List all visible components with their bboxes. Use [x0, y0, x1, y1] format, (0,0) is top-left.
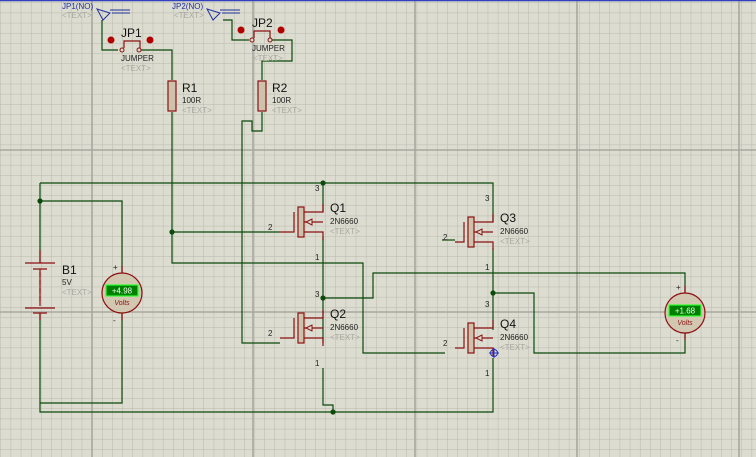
voltmeter-reading: +1.68	[675, 307, 696, 316]
component-text: <TEXT>	[272, 106, 302, 115]
component-text: <TEXT>	[253, 54, 283, 63]
jumper-pin-icon	[146, 36, 154, 44]
pin-number: 3	[315, 184, 320, 193]
pin-number: 2	[443, 339, 448, 348]
component-text: <TEXT>	[330, 333, 360, 342]
pin-number: 1	[315, 253, 320, 262]
component-value: 100R	[272, 96, 291, 105]
terminal-label: JP1(NO)	[62, 2, 93, 11]
terminal-label: JP2(NO)	[172, 2, 203, 11]
component-value: JUMPER	[252, 44, 285, 53]
pin-number: 2	[268, 223, 273, 232]
component-ref: R1	[182, 81, 198, 95]
component-text: <TEXT>	[330, 227, 360, 236]
component-value: 2N6660	[330, 217, 359, 226]
component-value: 5V	[62, 278, 72, 287]
jumper-pin-icon	[277, 26, 285, 34]
jumper-pin-icon	[237, 26, 245, 34]
component-value: 100R	[182, 96, 201, 105]
pin-number: 1	[315, 359, 320, 368]
pin-number: 3	[485, 300, 490, 309]
pin-number: 1	[485, 263, 490, 272]
component-value: 2N6660	[330, 323, 359, 332]
component-ref: JP1	[121, 26, 142, 40]
component-ref: JP2	[252, 16, 273, 30]
component-text: <TEXT>	[500, 343, 530, 352]
component-text: <TEXT>	[500, 237, 530, 246]
minus-terminal-label: -	[676, 336, 679, 345]
voltmeter-unit: Volts	[677, 320, 693, 327]
grid	[0, 0, 756, 457]
minus-terminal-label: -	[113, 316, 116, 325]
terminal-text: <TEXT>	[62, 11, 92, 20]
pin-number: 2	[268, 329, 273, 338]
pin-number: 2	[443, 233, 448, 242]
component-ref: Q1	[330, 201, 346, 215]
pin-number: 1	[485, 369, 490, 378]
component-ref: R2	[272, 81, 288, 95]
plus-terminal-label: +	[676, 283, 681, 292]
voltmeter-unit: Volts	[114, 300, 130, 307]
terminal-text: <TEXT>	[174, 11, 204, 20]
voltmeter-reading: +4.98	[112, 287, 133, 296]
schematic-canvas[interactable]: JP1(NO) <TEXT> JP2(NO) <TEXT> JP1 JUMPER…	[0, 0, 756, 457]
component-text: <TEXT>	[62, 288, 92, 297]
component-value: JUMPER	[121, 54, 154, 63]
component-ref: B1	[62, 263, 77, 277]
pin-number: 3	[315, 290, 320, 299]
jumper-pin-icon	[107, 36, 115, 44]
component-ref: Q4	[500, 317, 516, 331]
component-value: 2N6660	[500, 227, 529, 236]
pin-number: 3	[485, 194, 490, 203]
component-value: 2N6660	[500, 333, 529, 342]
plus-terminal-label: +	[113, 263, 118, 272]
component-ref: Q2	[330, 307, 346, 321]
component-text: <TEXT>	[182, 106, 212, 115]
component-ref: Q3	[500, 211, 516, 225]
component-text: <TEXT>	[121, 64, 151, 73]
